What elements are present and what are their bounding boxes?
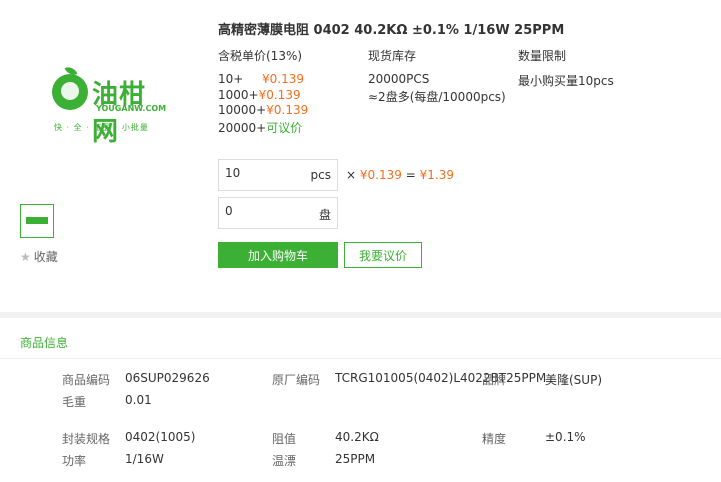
product-title: 高精密薄膜电阻 0402 40.2KΩ ±0.1% 1/16W 25PPM (218, 23, 565, 38)
weight-label: 毛重 (62, 395, 87, 409)
pcs-unit-label: pcs (310, 168, 331, 182)
logo-thumbnail-icon (26, 217, 48, 224)
accuracy-value: ±0.1% (545, 430, 586, 444)
weight-value: 0.01 (125, 393, 152, 407)
price-header: 含税单价(13%) (218, 49, 303, 63)
tier-qty: 1000+ (218, 88, 259, 102)
stock-quantity: 20000PCS (368, 72, 430, 86)
mfr-code-value: TCRG101005(0402)L4022BT25PPM (335, 371, 547, 385)
brand-value: 美隆(SUP) (545, 373, 603, 387)
code-value: 06SUP029626 (125, 371, 210, 385)
equals-sign: = (405, 168, 416, 182)
limit-header: 数量限制 (518, 49, 567, 63)
favorite-label: 收藏 (33, 250, 58, 264)
tempco-value: 25PPM (335, 452, 376, 466)
power-value: 1/16W (125, 452, 164, 466)
pcs-quantity-box: pcs (218, 159, 338, 191)
divider (0, 358, 721, 359)
mfr-code-label: 原厂编码 (272, 373, 321, 387)
power-label: 功率 (62, 454, 87, 468)
favorite-button[interactable]: ★ 收藏 (20, 248, 58, 265)
code-label: 商品编码 (62, 373, 111, 387)
calc-total: ¥1.39 (419, 168, 454, 182)
add-to-cart-button[interactable]: 加入购物车 (218, 242, 338, 268)
price-calculation: × ¥0.139 = ¥1.39 (346, 168, 454, 182)
logo-domain-text: YOUGANW.COM (96, 104, 167, 113)
pcs-quantity-input[interactable] (225, 166, 305, 180)
request-quote-button[interactable]: 我要议价 (344, 242, 422, 268)
image-thumbnail[interactable] (20, 204, 54, 238)
tier-qty: 10000+ (218, 103, 267, 117)
price-tier: 20000+可议价 (218, 119, 302, 136)
package-value: 0402(1005) (125, 430, 196, 444)
brand-label: 品牌 (482, 373, 507, 387)
package-label: 封装规格 (62, 432, 111, 446)
calc-unit-price: ¥0.139 (359, 168, 402, 182)
price-tier: 10000+¥0.139 (218, 103, 308, 117)
resistance-value: 40.2KΩ (335, 430, 379, 444)
price-tier: 1000+¥0.139 (218, 88, 301, 102)
accuracy-label: 精度 (482, 432, 507, 446)
reel-unit-label: 盘 (318, 208, 331, 222)
negotiable-price: 可议价 (266, 121, 303, 135)
stock-header: 现货库存 (368, 49, 417, 63)
reel-quantity-input[interactable] (225, 204, 305, 218)
star-icon: ★ (20, 250, 31, 264)
tier-price: ¥0.139 (258, 88, 301, 102)
tier-price: ¥0.139 (262, 72, 304, 86)
product-main-image[interactable]: 油柑网 YOUGANW.COM 快 · 全 · 正品 · 小批量 (52, 64, 170, 147)
resistance-label: 阻值 (272, 432, 297, 446)
price-tier: 10+ ¥0.139 (218, 72, 304, 86)
tier-qty: 10+ (218, 72, 244, 86)
reel-quantity-box: 盘 (218, 197, 338, 229)
orange-logo-icon (52, 74, 88, 110)
stock-reels: ≈2盘多(每盘/10000pcs) (368, 90, 506, 104)
tempco-label: 温漂 (272, 454, 297, 468)
tier-price: ¥0.139 (266, 103, 309, 117)
section-title: 商品信息 (20, 336, 69, 350)
min-order-quantity: 最小购买量10pcs (518, 74, 614, 88)
times-sign: × (346, 168, 357, 182)
logo-slogan: 快 · 全 · 正品 · 小批量 (54, 123, 149, 132)
tier-qty: 20000+ (218, 121, 267, 135)
